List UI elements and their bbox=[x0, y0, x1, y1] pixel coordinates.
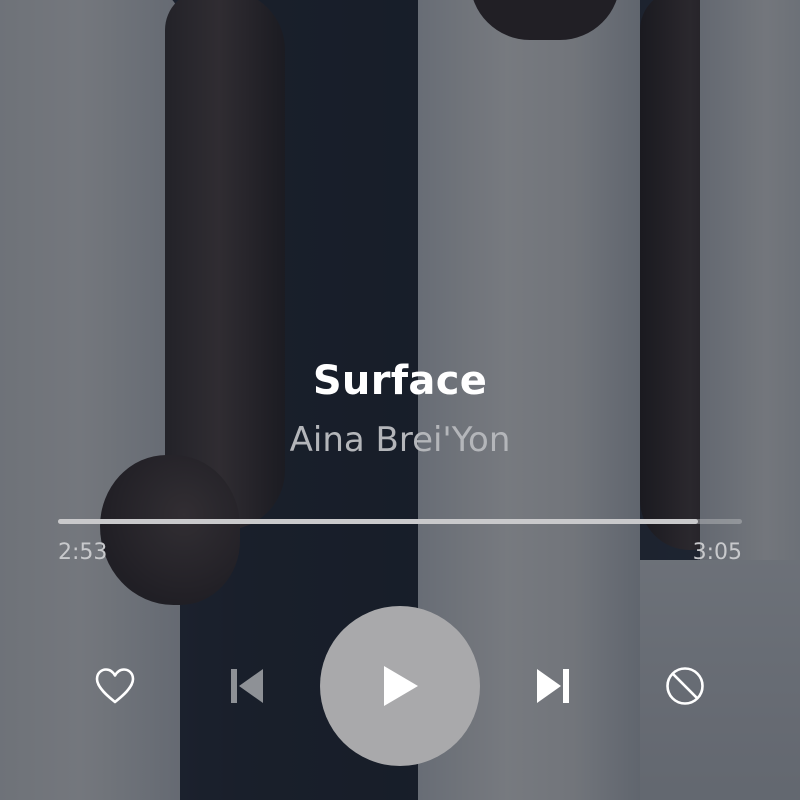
now-playing-screen: Surface Aina Brei'Yon 2:53 3:05 bbox=[0, 0, 800, 800]
ban-icon bbox=[666, 667, 704, 705]
like-button[interactable] bbox=[90, 661, 140, 711]
skip-next-icon bbox=[537, 669, 569, 703]
next-track-button[interactable] bbox=[528, 661, 578, 711]
total-duration: 3:05 bbox=[692, 540, 742, 565]
play-icon bbox=[384, 666, 418, 706]
skip-previous-icon bbox=[231, 669, 263, 703]
elapsed-time: 2:53 bbox=[58, 540, 108, 565]
progress-bar[interactable] bbox=[58, 519, 742, 524]
track-artist[interactable]: Aina Brei'Yon bbox=[0, 420, 800, 460]
track-title: Surface bbox=[312, 358, 488, 404]
progress-bar-fill bbox=[58, 519, 698, 524]
previous-track-button[interactable] bbox=[222, 661, 272, 711]
play-button[interactable] bbox=[320, 606, 480, 766]
heart-outline-icon bbox=[95, 668, 135, 704]
ban-button[interactable] bbox=[660, 661, 710, 711]
